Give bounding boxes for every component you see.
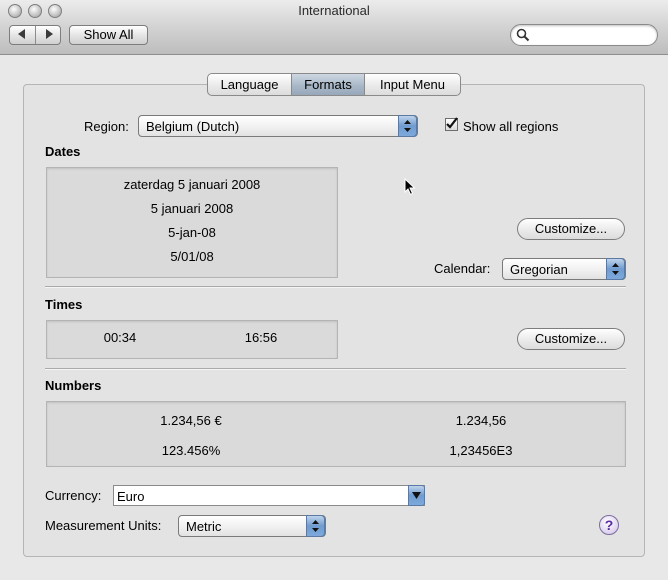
popup-arrows-icon xyxy=(398,115,417,137)
help-button[interactable]: ? xyxy=(599,515,619,535)
calendar-value: Gregorian xyxy=(510,262,568,277)
time-sample-short: 00:34 xyxy=(103,330,137,345)
measurement-units-value: Metric xyxy=(186,519,222,534)
number-sample-percent: 123.456% xyxy=(161,443,221,458)
separator xyxy=(45,368,626,370)
navigation-buttons xyxy=(9,25,61,45)
number-sample-scientific: 1,23456E3 xyxy=(449,443,513,458)
tab-input-menu[interactable]: Input Menu xyxy=(365,73,461,96)
region-popup[interactable]: Belgium (Dutch) xyxy=(138,115,418,137)
search-input[interactable] xyxy=(533,27,651,43)
currency-label: Currency: xyxy=(45,488,102,503)
tab-language[interactable]: Language xyxy=(207,73,292,96)
search-field[interactable] xyxy=(510,24,658,46)
search-icon xyxy=(516,28,530,42)
chevron-down-icon[interactable] xyxy=(408,485,425,506)
region-label: Region: xyxy=(84,119,129,134)
mouse-pointer-icon xyxy=(404,178,416,196)
tab-bar: Language Formats Input Menu xyxy=(207,73,461,96)
currency-combo[interactable]: Euro xyxy=(113,485,425,506)
date-sample-long: 5 januari 2008 xyxy=(150,201,234,216)
date-sample-short: 5/01/08 xyxy=(170,249,214,264)
popup-arrows-icon xyxy=(306,515,325,537)
numbers-heading: Numbers xyxy=(45,378,102,393)
forward-arrow-icon xyxy=(46,29,53,39)
date-sample-medium: 5-jan-08 xyxy=(168,225,216,240)
region-value: Belgium (Dutch) xyxy=(146,119,240,134)
currency-value: Euro xyxy=(117,489,145,504)
tab-formats[interactable]: Formats xyxy=(292,73,365,96)
popup-arrows-icon xyxy=(606,258,625,280)
separator xyxy=(45,286,626,288)
calendar-popup[interactable]: Gregorian xyxy=(502,258,626,280)
number-sample-currency: 1.234,56 € xyxy=(160,413,222,428)
show-all-regions-label: Show all regions xyxy=(463,119,559,134)
show-all-button[interactable]: Show All xyxy=(69,25,148,45)
measurement-units-popup[interactable]: Metric xyxy=(178,515,326,537)
dates-heading: Dates xyxy=(45,144,81,159)
times-heading: Times xyxy=(45,297,83,312)
measurement-units-label: Measurement Units: xyxy=(45,518,162,533)
show-all-regions-checkbox[interactable] xyxy=(445,117,458,131)
calendar-label: Calendar: xyxy=(434,261,491,276)
window-title: International xyxy=(298,3,370,18)
back-arrow-icon xyxy=(18,29,25,39)
time-sample-24h: 16:56 xyxy=(244,330,278,345)
times-customize-button[interactable]: Customize... xyxy=(517,328,625,350)
checkmark-icon xyxy=(446,117,458,129)
number-sample-decimal: 1.234,56 xyxy=(455,413,507,428)
forward-button[interactable] xyxy=(36,26,60,44)
date-sample-full: zaterdag 5 januari 2008 xyxy=(123,177,261,192)
dates-customize-button[interactable]: Customize... xyxy=(517,218,625,240)
back-button[interactable] xyxy=(10,26,36,44)
